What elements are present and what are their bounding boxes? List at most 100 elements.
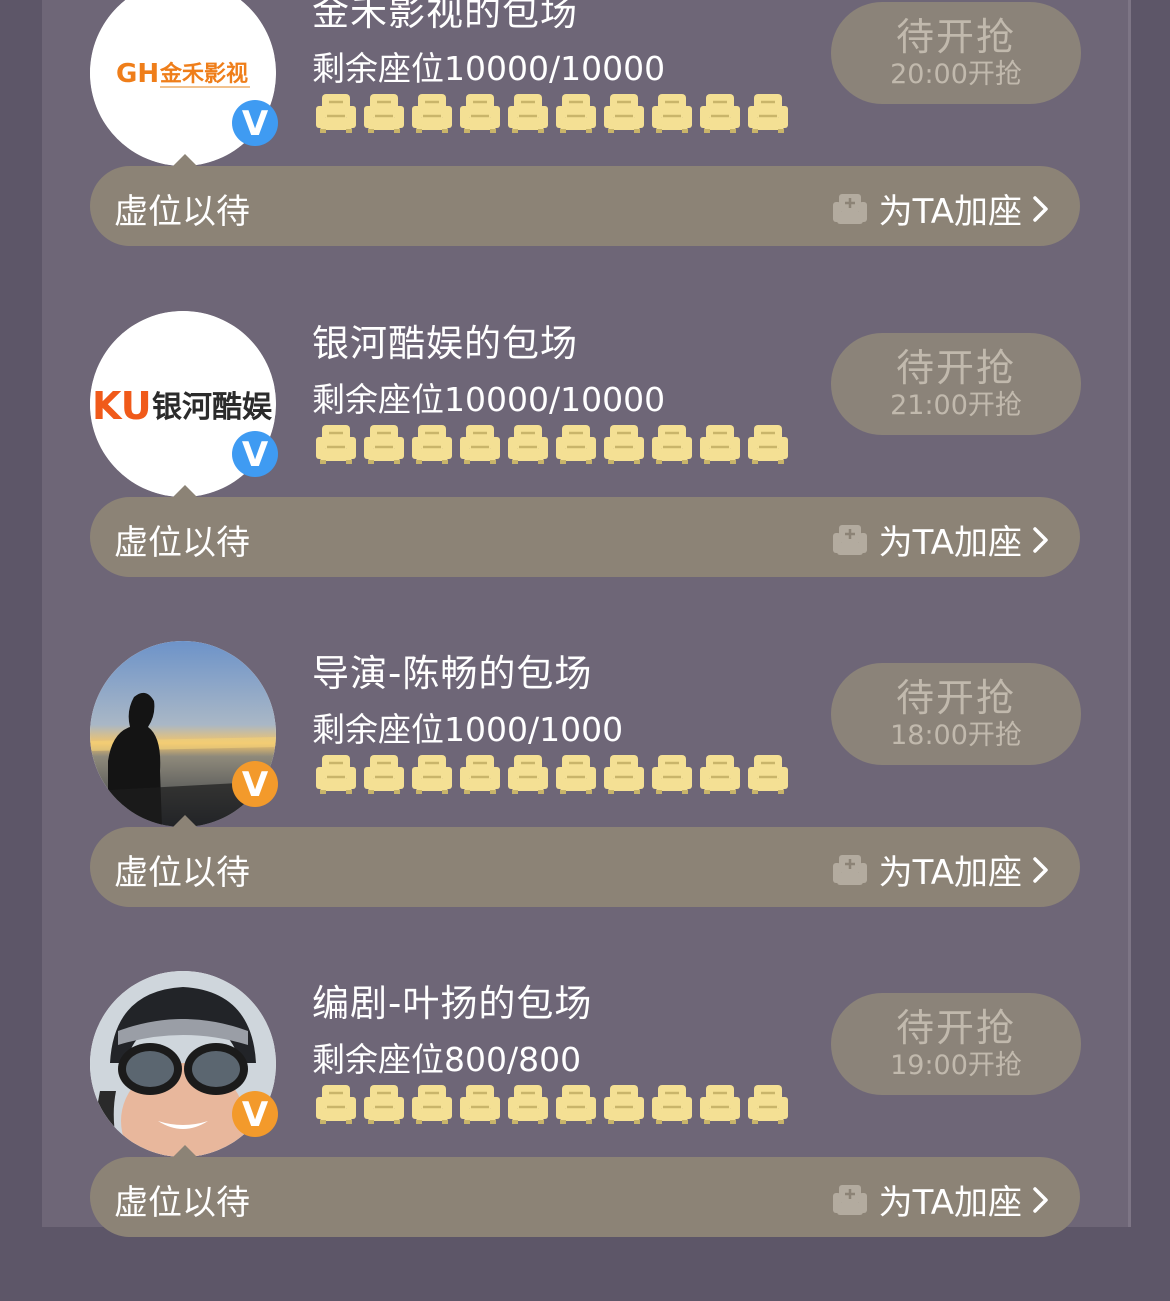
seat-icon <box>504 423 552 465</box>
seat-icon <box>648 753 696 795</box>
chevron-right-icon <box>1030 525 1050 555</box>
seat-icon <box>696 423 744 465</box>
seat-icon <box>600 423 648 465</box>
verified-badge: V <box>232 761 278 807</box>
showing-card-screenwriter: V 编剧-叶扬的包场 剩余座位800/800 待开抢 19:00开抢 虚位以待 … <box>42 971 1128 1301</box>
add-seat-icon <box>831 851 869 889</box>
seat-icon <box>456 1083 504 1125</box>
seat-icon <box>648 92 696 134</box>
seat-icon <box>408 753 456 795</box>
seat-icon <box>456 92 504 134</box>
add-seat-label: 为TA加座 <box>878 192 1022 232</box>
add-seat-icon <box>831 521 869 559</box>
seat-icon <box>744 753 792 795</box>
content-panel: GH 金禾影视 V 金禾影视的包场 剩余座位10000/10000 待开抢 20… <box>42 0 1131 1237</box>
verified-badge: V <box>232 100 278 146</box>
seat-icon <box>360 1083 408 1125</box>
seat-icon <box>360 423 408 465</box>
add-seat-bar[interactable]: 虚位以待 为TA加座 <box>90 497 1080 577</box>
showing-title: 银河酷娱的包场 <box>312 322 578 365</box>
seat-icon <box>504 753 552 795</box>
seat-icon-row <box>312 1083 792 1129</box>
add-seat-icon <box>831 1181 869 1219</box>
seat-icon <box>600 753 648 795</box>
seat-icon <box>360 92 408 134</box>
grab-button-time: 19:00开抢 <box>890 1050 1022 1082</box>
svg-text:金禾影视: 金禾影视 <box>159 61 248 87</box>
grab-button[interactable]: 待开抢 21:00开抢 <box>831 333 1081 435</box>
bar-status-text: 虚位以待 <box>114 192 250 232</box>
grab-button[interactable]: 待开抢 18:00开抢 <box>831 663 1081 765</box>
seat-icon <box>600 92 648 134</box>
add-seat-bar[interactable]: 虚位以待 为TA加座 <box>90 827 1080 907</box>
seat-icon <box>408 1083 456 1125</box>
seat-icon <box>456 753 504 795</box>
chevron-right-icon <box>1030 855 1050 885</box>
seat-icon-row <box>312 753 792 799</box>
showing-title: 金禾影视的包场 <box>312 0 578 34</box>
grab-button-label: 待开抢 <box>895 1005 1016 1050</box>
remaining-seats: 剩余座位1000/1000 <box>312 710 624 749</box>
seat-icon <box>648 1083 696 1125</box>
seat-icon <box>456 423 504 465</box>
add-seat-bar[interactable]: 虚位以待 为TA加座 <box>90 1157 1080 1237</box>
remaining-seats: 剩余座位10000/10000 <box>312 380 666 419</box>
showing-card-director: V 导演-陈畅的包场 剩余座位1000/1000 待开抢 18:00开抢 虚位以… <box>42 641 1128 971</box>
seat-icon <box>696 753 744 795</box>
add-seat-action[interactable]: 为TA加座 <box>831 845 1050 894</box>
seat-icon <box>648 423 696 465</box>
bar-pointer <box>173 154 197 166</box>
svg-text:GH: GH <box>116 59 159 89</box>
showing-title: 导演-陈畅的包场 <box>312 652 593 695</box>
bar-pointer <box>173 1145 197 1157</box>
seat-icon <box>312 423 360 465</box>
seat-icon-row <box>312 423 792 469</box>
chevron-right-icon <box>1030 1185 1050 1215</box>
add-seat-label: 为TA加座 <box>878 853 1022 893</box>
showing-card-jinhe: GH 金禾影视 V 金禾影视的包场 剩余座位10000/10000 待开抢 20… <box>42 0 1128 310</box>
grab-button-time: 18:00开抢 <box>890 720 1022 752</box>
bar-status-text: 虚位以待 <box>114 523 250 563</box>
verified-badge: V <box>232 431 278 477</box>
seat-icon <box>360 753 408 795</box>
verified-badge: V <box>232 1091 278 1137</box>
bar-status-text: 虚位以待 <box>114 1183 250 1223</box>
seat-icon <box>312 92 360 134</box>
chevron-right-icon <box>1030 194 1050 224</box>
seat-icon <box>504 92 552 134</box>
add-seat-action[interactable]: 为TA加座 <box>831 515 1050 564</box>
seat-icon <box>600 1083 648 1125</box>
remaining-seats: 剩余座位800/800 <box>312 1040 582 1079</box>
seat-icon <box>552 92 600 134</box>
bar-pointer <box>173 815 197 827</box>
showing-card-yinhe: KU 银河酷娱 V 银河酷娱的包场 剩余座位10000/10000 待开抢 21… <box>42 311 1128 641</box>
add-seat-label: 为TA加座 <box>878 1183 1022 1223</box>
bar-pointer <box>173 485 197 497</box>
seat-icon <box>408 92 456 134</box>
add-seat-icon <box>831 190 869 228</box>
remaining-seats: 剩余座位10000/10000 <box>312 49 666 88</box>
grab-button[interactable]: 待开抢 19:00开抢 <box>831 993 1081 1095</box>
add-seat-action[interactable]: 为TA加座 <box>831 1175 1050 1224</box>
seat-icon <box>312 1083 360 1125</box>
grab-button-label: 待开抢 <box>895 675 1016 720</box>
seat-icon <box>312 753 360 795</box>
seat-icon <box>552 753 600 795</box>
add-seat-action[interactable]: 为TA加座 <box>831 184 1050 233</box>
svg-text:银河酷娱: 银河酷娱 <box>152 390 273 425</box>
grab-button-label: 待开抢 <box>895 14 1016 59</box>
seat-icon <box>744 1083 792 1125</box>
add-seat-bar[interactable]: 虚位以待 为TA加座 <box>90 166 1080 246</box>
grab-button-time: 21:00开抢 <box>890 390 1022 422</box>
grab-button-time: 20:00开抢 <box>890 59 1022 91</box>
grab-button[interactable]: 待开抢 20:00开抢 <box>831 2 1081 104</box>
seat-icon <box>744 92 792 134</box>
showing-title: 编剧-叶扬的包场 <box>312 982 593 1025</box>
seat-icon <box>408 423 456 465</box>
add-seat-label: 为TA加座 <box>878 523 1022 563</box>
seat-icon <box>696 92 744 134</box>
seat-icon <box>552 423 600 465</box>
seat-icon-row <box>312 92 792 138</box>
seat-icon <box>552 1083 600 1125</box>
svg-text:KU: KU <box>92 384 152 428</box>
